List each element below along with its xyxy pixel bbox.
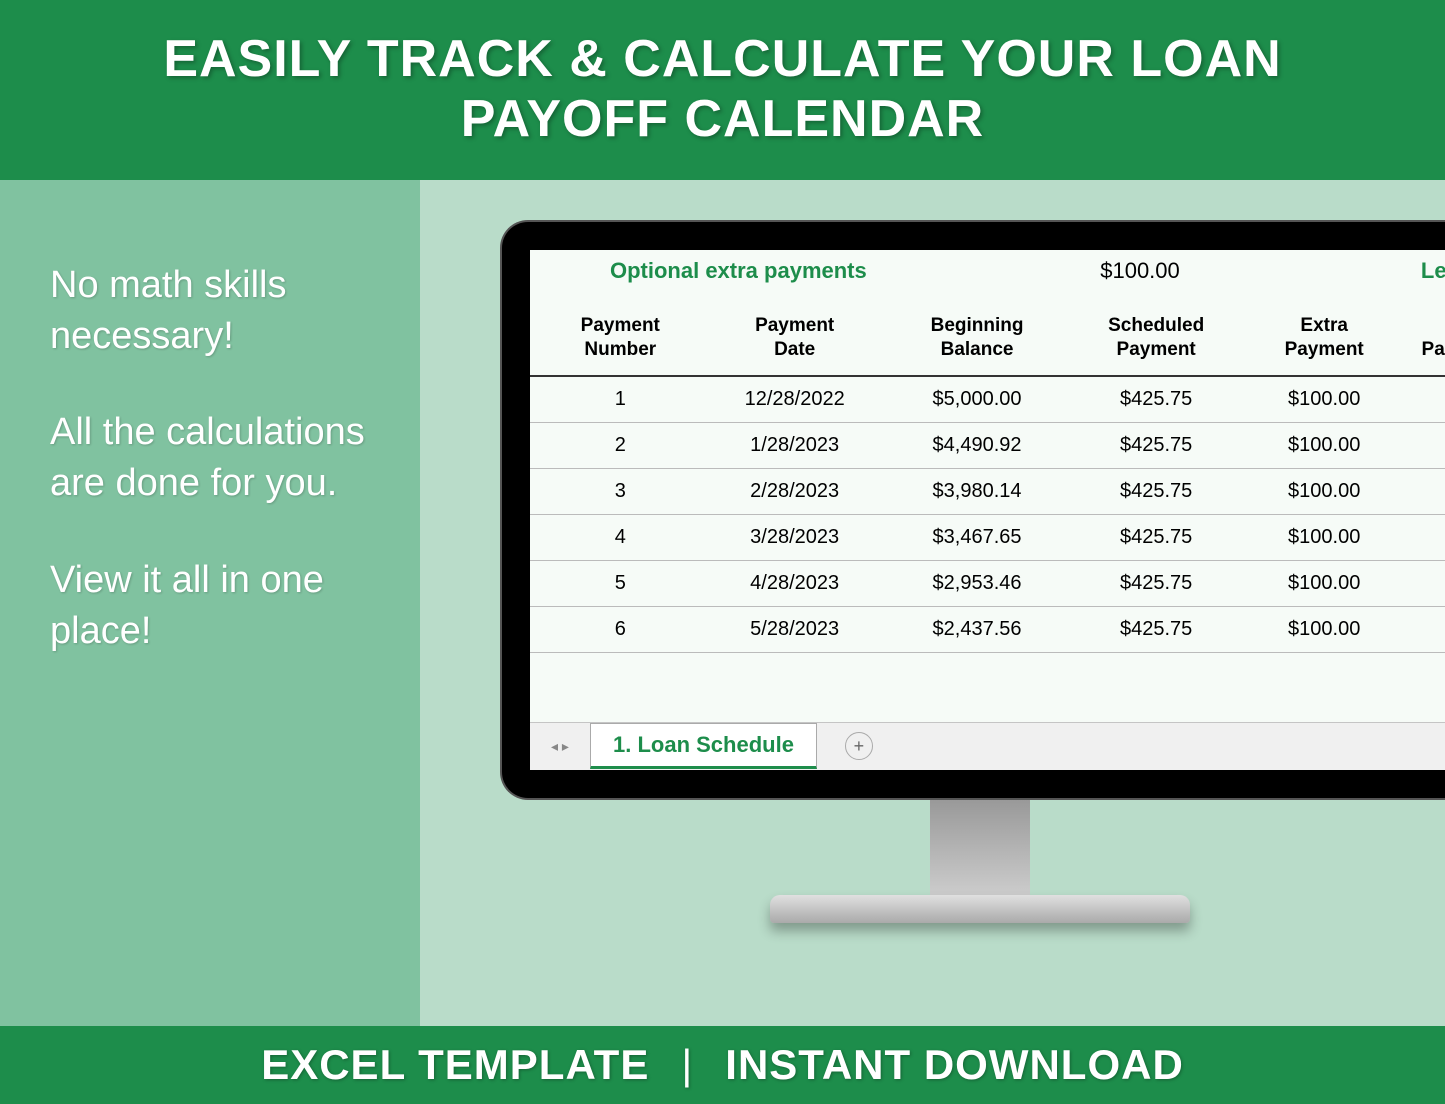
sheet-header-row: Optional extra payments $100.00 Len <box>530 250 1445 302</box>
cell-begin: $3,467.65 <box>889 514 1066 560</box>
mid-section: No math skills necessary! All the calcul… <box>0 180 1445 1026</box>
monitor-bezel: Optional extra payments $100.00 Len Paym… <box>500 220 1445 800</box>
cell-partial <box>1401 376 1445 423</box>
cell-sched: $425.75 <box>1065 376 1247 423</box>
cell-partial <box>1401 606 1445 652</box>
cell-extra: $100.00 <box>1247 376 1401 423</box>
cell-extra: $100.00 <box>1247 422 1401 468</box>
loan-table: PaymentNumber PaymentDate BeginningBalan… <box>530 302 1445 653</box>
footer-divider: | <box>681 1041 693 1089</box>
spreadsheet: Optional extra payments $100.00 Len Paym… <box>530 250 1445 722</box>
cell-sched: $425.75 <box>1065 606 1247 652</box>
optional-extra-value: $100.00 <box>1010 258 1270 284</box>
len-label: Len <box>1421 258 1445 284</box>
table-row: 32/28/2023$3,980.14$425.75$100.00 <box>530 468 1445 514</box>
monitor-screen: Optional extra payments $100.00 Len Paym… <box>530 250 1445 770</box>
cell-extra: $100.00 <box>1247 606 1401 652</box>
table-row: 54/28/2023$2,953.46$425.75$100.00 <box>530 560 1445 606</box>
cell-partial <box>1401 468 1445 514</box>
cell-num: 2 <box>530 422 701 468</box>
table-row: 65/28/2023$2,437.56$425.75$100.00 <box>530 606 1445 652</box>
bullet-3: View it all in one place! <box>50 555 370 658</box>
headline-line2: PAYOFF CALENDAR <box>60 90 1385 150</box>
cell-partial <box>1401 560 1445 606</box>
cell-begin: $3,980.14 <box>889 468 1066 514</box>
monitor-stand-base <box>770 895 1190 923</box>
monitor-graphic: Optional extra payments $100.00 Len Paym… <box>500 220 1445 1036</box>
cell-sched: $425.75 <box>1065 422 1247 468</box>
sheet-tab-bar: ◂ ▸ 1. Loan Schedule + <box>530 722 1445 770</box>
cell-date: 4/28/2023 <box>701 560 889 606</box>
table-header-row: PaymentNumber PaymentDate BeginningBalan… <box>530 302 1445 376</box>
table-row: 112/28/2022$5,000.00$425.75$100.00 <box>530 376 1445 423</box>
cell-date: 5/28/2023 <box>701 606 889 652</box>
cell-num: 6 <box>530 606 701 652</box>
table-row: 43/28/2023$3,467.65$425.75$100.00 <box>530 514 1445 560</box>
bottom-banner: EXCEL TEMPLATE | INSTANT DOWNLOAD <box>0 1026 1445 1104</box>
cell-date: 1/28/2023 <box>701 422 889 468</box>
bullet-2: All the calculations are done for you. <box>50 407 370 510</box>
cell-num: 3 <box>530 468 701 514</box>
tab-nav-arrows[interactable]: ◂ ▸ <box>530 738 590 755</box>
cell-begin: $2,953.46 <box>889 560 1066 606</box>
cell-sched: $425.75 <box>1065 514 1247 560</box>
cell-begin: $4,490.92 <box>889 422 1066 468</box>
cell-date: 12/28/2022 <box>701 376 889 423</box>
bullet-1: No math skills necessary! <box>50 260 370 363</box>
left-panel: No math skills necessary! All the calcul… <box>0 180 420 1026</box>
cell-extra: $100.00 <box>1247 514 1401 560</box>
col-partial: Pa <box>1401 302 1445 376</box>
monitor-chin <box>502 798 1445 800</box>
cell-extra: $100.00 <box>1247 560 1401 606</box>
cell-date: 3/28/2023 <box>701 514 889 560</box>
col-beginning-balance: BeginningBalance <box>889 302 1066 376</box>
cell-begin: $2,437.56 <box>889 606 1066 652</box>
col-scheduled-payment: ScheduledPayment <box>1065 302 1247 376</box>
table-row: 21/28/2023$4,490.92$425.75$100.00 <box>530 422 1445 468</box>
cell-num: 4 <box>530 514 701 560</box>
footer-right: INSTANT DOWNLOAD <box>725 1041 1184 1089</box>
cell-sched: $425.75 <box>1065 468 1247 514</box>
col-payment-date: PaymentDate <box>701 302 889 376</box>
cell-num: 5 <box>530 560 701 606</box>
top-banner: EASILY TRACK & CALCULATE YOUR LOAN PAYOF… <box>0 0 1445 180</box>
right-panel: Optional extra payments $100.00 Len Paym… <box>420 180 1445 1026</box>
optional-extra-label: Optional extra payments <box>530 258 890 284</box>
headline-line1: EASILY TRACK & CALCULATE YOUR LOAN <box>60 30 1385 90</box>
cell-date: 2/28/2023 <box>701 468 889 514</box>
cell-num: 1 <box>530 376 701 423</box>
tab-loan-schedule[interactable]: 1. Loan Schedule <box>590 723 817 769</box>
footer-left: EXCEL TEMPLATE <box>261 1041 649 1089</box>
add-sheet-button[interactable]: + <box>845 732 873 760</box>
col-extra-payment: ExtraPayment <box>1247 302 1401 376</box>
cell-sched: $425.75 <box>1065 560 1247 606</box>
monitor-stand-neck <box>930 800 1030 895</box>
cell-partial <box>1401 422 1445 468</box>
cell-begin: $5,000.00 <box>889 376 1066 423</box>
cell-partial <box>1401 514 1445 560</box>
col-payment-number: PaymentNumber <box>530 302 701 376</box>
cell-extra: $100.00 <box>1247 468 1401 514</box>
